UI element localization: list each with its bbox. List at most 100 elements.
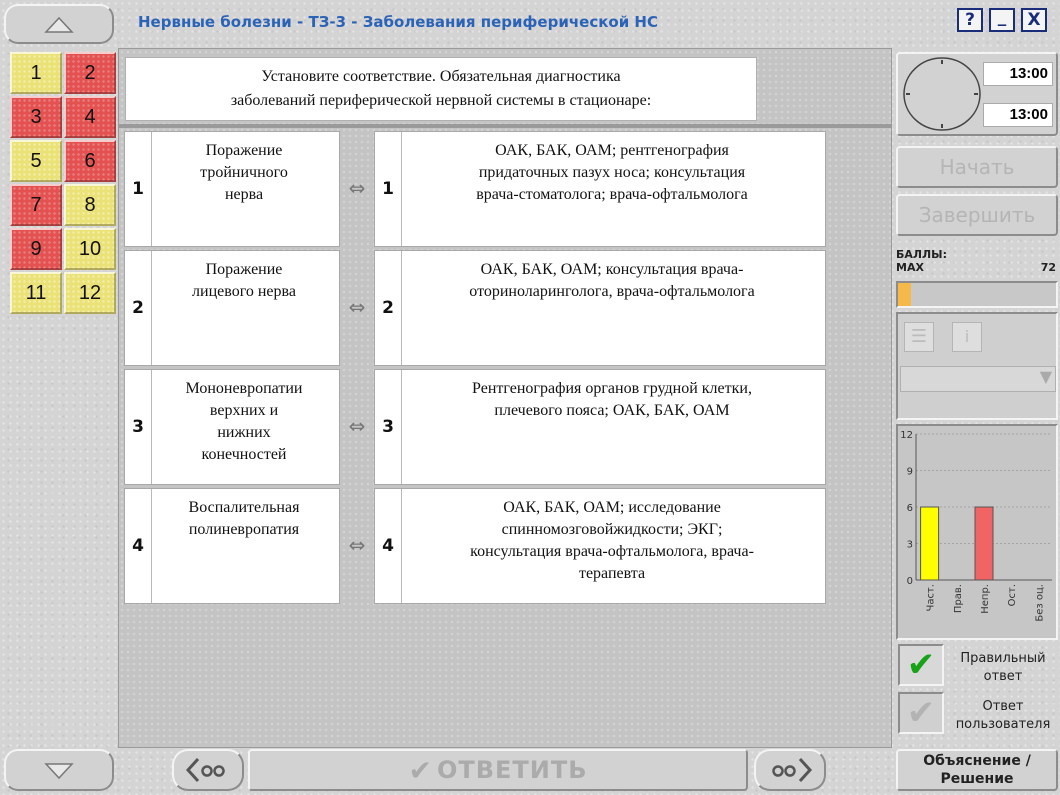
triangle-up-icon xyxy=(44,16,74,33)
close-button[interactable]: X xyxy=(1021,8,1047,32)
results-chart: 0 3 6 9 12 Част. Прав. Непр. Ост. Без оц. xyxy=(900,430,1052,622)
right-item-text: ОАК, БАК, ОАМ; консультация врача-оторин… xyxy=(403,259,821,303)
left-item-line: верхних и xyxy=(209,402,279,419)
question-button-4[interactable]: 4 xyxy=(64,96,116,138)
left-item-line: Поражение xyxy=(205,261,283,278)
question-button-6[interactable]: 6 xyxy=(64,140,116,182)
time-remaining: 13:00 xyxy=(983,103,1053,127)
window-title: Нервные болезни - ТЗ-3 - Заболевания пер… xyxy=(138,13,658,31)
chart-category-label: Част. xyxy=(926,584,937,612)
question-button-9[interactable]: 9 xyxy=(10,228,62,270)
chart-category-label: Прав. xyxy=(953,584,964,613)
correct-answer-toggle[interactable]: ✔ xyxy=(898,644,944,686)
answer-button[interactable]: ✔ ОТВЕТИТЬ xyxy=(248,749,748,791)
correct-answer-label: Правильный ответ xyxy=(948,650,1058,686)
question-button-10[interactable]: 10 xyxy=(64,228,116,270)
chart-category-label: Без оц. xyxy=(1034,584,1045,622)
right-item-2[interactable]: 2 ОАК, БАК, ОАМ; консультация врача-отори… xyxy=(374,250,826,366)
toolbar-panel: ☰ i ▼ xyxy=(896,312,1058,420)
question-button-8[interactable]: 8 xyxy=(64,184,116,226)
chart-category-label: Ост. xyxy=(1007,584,1018,606)
right-item-line: Рентгенография органов грудной клетки, xyxy=(472,380,752,397)
question-line-2: заболеваний периферической нервной систе… xyxy=(230,92,652,109)
right-item-3[interactable]: 3 Рентгенография органов грудной клетки, п… xyxy=(374,369,826,485)
document-icon[interactable]: ☰ xyxy=(904,322,934,352)
left-item-number: 3 xyxy=(125,370,152,484)
score-max-value: 72 xyxy=(1040,261,1056,274)
start-button[interactable]: Начать xyxy=(896,146,1058,188)
minimize-button[interactable]: _ xyxy=(989,8,1015,32)
right-item-number: 2 xyxy=(375,251,402,365)
right-item-1[interactable]: 1 ОАК, БАК, ОАМ; рентгенография придаточны… xyxy=(374,131,826,247)
left-item-2[interactable]: 2 Поражение лицевого нерва xyxy=(124,250,340,366)
left-item-text: Поражение тройничного нерва xyxy=(153,140,335,206)
question-line-1: Установите соответствие. Обязательная ди… xyxy=(261,68,621,85)
chart-category-label: Непр. xyxy=(980,584,991,614)
user-answer-label: Ответ пользователя xyxy=(948,698,1058,734)
question-button-12[interactable]: 12 xyxy=(64,272,116,314)
question-button-2[interactable]: 2 xyxy=(64,52,116,94)
right-item-line: оториноларинголога, врача-офтальмолога xyxy=(469,283,755,300)
divider xyxy=(118,124,892,128)
chart-ytick-label: 6 xyxy=(907,503,913,514)
right-item-line: ОАК, БАК, ОАМ; исследование xyxy=(503,499,721,516)
question-button-5[interactable]: 5 xyxy=(10,140,62,182)
prev-button[interactable] xyxy=(172,749,244,791)
left-item-4[interactable]: 4 Воспалительная полиневропатия xyxy=(124,488,340,604)
left-item-line: лицевого нерва xyxy=(192,283,296,300)
right-item-number: 4 xyxy=(375,489,402,603)
answer-button-label: ОТВЕТИТЬ xyxy=(436,756,588,784)
right-item-text: ОАК, БАК, ОАМ; исследование спинномозгово… xyxy=(403,497,821,585)
match-arrow-icon: ⇔ xyxy=(348,176,366,200)
right-item-line: ОАК, БАК, ОАМ; рентгенография xyxy=(495,142,729,159)
user-answer-toggle[interactable]: ✔ xyxy=(898,692,944,734)
score-progress-fill xyxy=(898,283,911,306)
right-item-number: 3 xyxy=(375,370,402,484)
finish-button[interactable]: Завершить xyxy=(896,194,1058,236)
question-button-11[interactable]: 11 xyxy=(10,272,62,314)
clock-icon xyxy=(903,57,981,131)
left-item-number: 4 xyxy=(125,489,152,603)
right-item-line: спинномозговойжидкости; ЭКГ; xyxy=(501,521,723,538)
checkmark-icon: ✔ xyxy=(906,693,936,733)
left-item-number: 2 xyxy=(125,251,152,365)
left-item-3[interactable]: 3 Мононевропатии верхних и нижних конечносте… xyxy=(124,369,340,485)
next-button[interactable] xyxy=(754,749,826,791)
chevron-down-icon: ▼ xyxy=(1039,367,1052,386)
right-item-number: 1 xyxy=(375,132,402,246)
chart-ytick-label: 3 xyxy=(907,540,913,551)
explanation-line-2: Решение xyxy=(940,771,1014,787)
explanation-button[interactable]: Объяснение / Решение xyxy=(896,749,1058,791)
question-button-1[interactable]: 1 xyxy=(10,52,62,94)
question-button-7[interactable]: 7 xyxy=(10,184,62,226)
left-item-number: 1 xyxy=(125,132,152,246)
left-item-text: Мононевропатии верхних и нижних конечностей xyxy=(153,378,335,466)
score-progress-bar xyxy=(896,281,1058,308)
scroll-up-button[interactable] xyxy=(4,4,114,44)
help-button[interactable]: ? xyxy=(957,8,983,32)
chart-bar xyxy=(920,506,940,581)
left-item-line: нижних xyxy=(217,424,271,441)
scroll-down-button[interactable] xyxy=(4,749,114,791)
filter-dropdown[interactable]: ▼ xyxy=(900,366,1056,392)
question-button-3[interactable]: 3 xyxy=(10,96,62,138)
right-item-4[interactable]: 4 ОАК, БАК, ОАМ; исследование спинномозгов… xyxy=(374,488,826,604)
next-arrow-icon xyxy=(772,757,813,783)
info-document-icon[interactable]: i xyxy=(952,322,982,352)
chart-ytick-label: 12 xyxy=(900,430,913,441)
triangle-down-icon xyxy=(44,763,74,780)
left-item-1[interactable]: 1 Поражение тройничного нерва xyxy=(124,131,340,247)
checkmark-icon: ✔ xyxy=(408,753,433,787)
explanation-line-1: Объяснение / xyxy=(923,753,1031,769)
right-item-line: терапевта xyxy=(578,565,646,582)
user-answer-line-1: Ответ xyxy=(982,699,1024,714)
user-answer-line-2: пользователя xyxy=(955,717,1051,732)
score-label: БАЛЛЫ: xyxy=(896,248,947,261)
right-item-line: ОАК, БАК, ОАМ; консультация врача- xyxy=(480,261,744,278)
match-arrow-icon: ⇔ xyxy=(348,414,366,438)
checkmark-icon: ✔ xyxy=(906,645,936,685)
left-item-line: нерва xyxy=(224,186,264,203)
left-item-line: Воспалительная xyxy=(188,499,300,516)
right-item-text: Рентгенография органов грудной клетки, пл… xyxy=(403,378,821,422)
left-item-line: Мононевропатии xyxy=(185,380,303,397)
